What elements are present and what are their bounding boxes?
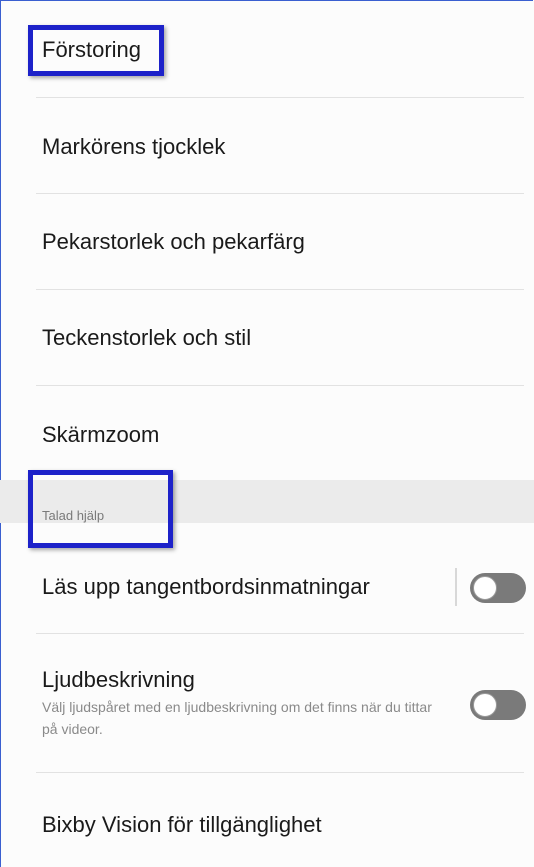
item-pekarstorlek[interactable]: Pekarstorlek och pekarfärg (42, 229, 514, 255)
item-bixby-vision[interactable]: Bixby Vision för tillgänglighet (42, 812, 514, 838)
toggle-las-upp[interactable] (470, 573, 526, 603)
toggle-ljudbeskrivning[interactable] (470, 690, 526, 720)
highlight-box-forstoring (28, 25, 164, 76)
item-markorens-tjocklek[interactable]: Markörens tjocklek (42, 134, 514, 160)
divider (36, 633, 524, 634)
item-ljudbeskrivning-description: Välj ljudspåret med en ljudbeskrivning o… (42, 699, 432, 737)
item-teckenstorlek[interactable]: Teckenstorlek och stil (42, 325, 514, 351)
divider (36, 385, 524, 386)
item-las-upp-tangentbord[interactable]: Läs upp tangentbordsinmatningar (42, 574, 514, 600)
vertical-separator (455, 568, 457, 606)
item-skarmzoom[interactable]: Skärmzoom (42, 422, 514, 448)
divider (36, 97, 524, 98)
item-label: Markörens tjocklek (42, 134, 226, 159)
item-label: Läs upp tangentbordsinmatningar (42, 574, 370, 599)
item-label: Ljudbeskrivning (42, 667, 195, 692)
item-label: Teckenstorlek och stil (42, 325, 252, 350)
item-label: Bixby Vision för tillgänglighet (42, 812, 322, 837)
highlight-box-talad-hjalp (28, 470, 173, 548)
toggle-knob (473, 693, 497, 717)
item-label: Pekarstorlek och pekarfärg (42, 229, 305, 254)
toggle-knob (473, 576, 497, 600)
divider (36, 772, 524, 773)
item-ljudbeskrivning[interactable]: Ljudbeskrivning (42, 667, 514, 693)
divider (36, 289, 524, 290)
divider (36, 193, 524, 194)
item-label: Skärmzoom (42, 422, 160, 447)
